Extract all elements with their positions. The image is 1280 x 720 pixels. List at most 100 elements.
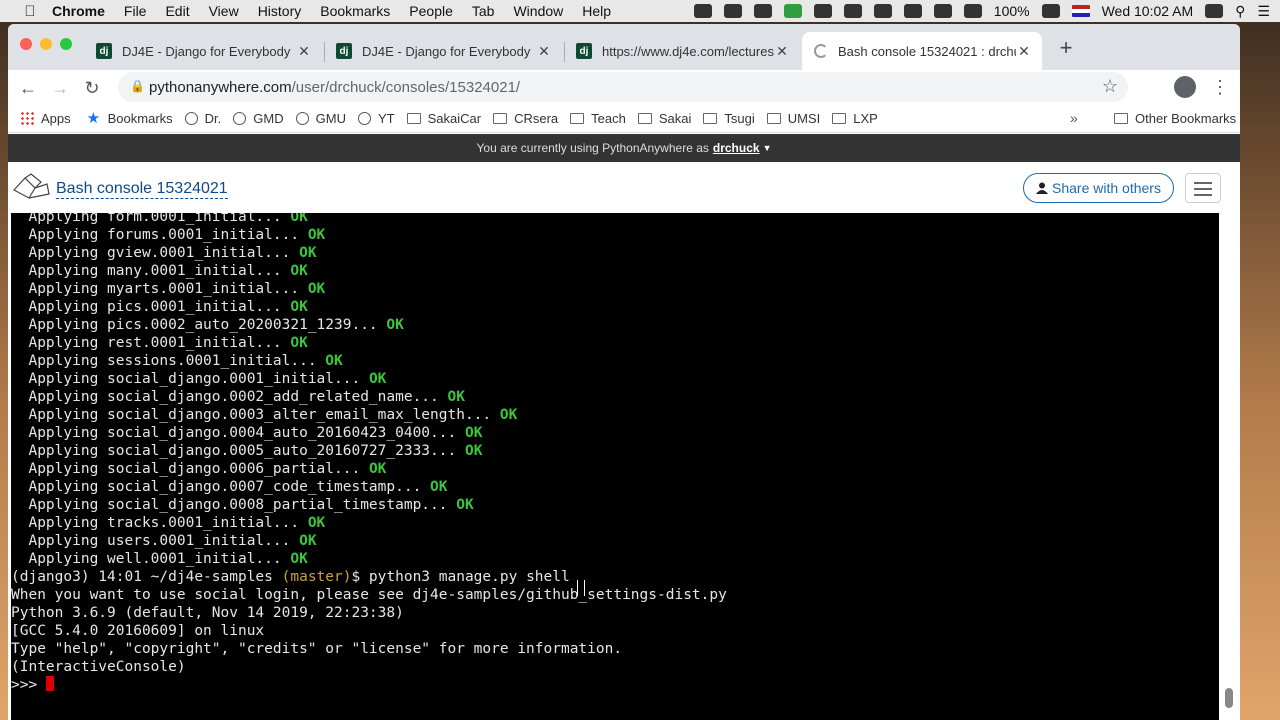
terminal-scrollbar[interactable] <box>1219 213 1240 720</box>
repl-prompt-line[interactable]: >>> <box>11 676 1219 694</box>
migration-line: Applying pics.0002_auto_20200321_1239...… <box>11 316 1219 334</box>
bookmark-label: UMSI <box>787 110 821 126</box>
lock-icon[interactable]: 🔒 <box>130 79 145 93</box>
chrome-menu-icon[interactable]: ⋮ <box>1211 76 1229 98</box>
bookmark-dr[interactable]: Dr. <box>184 111 221 126</box>
bookmark-folder-lxp[interactable]: LXP <box>832 111 878 126</box>
menu-app-name[interactable]: Chrome <box>52 3 105 19</box>
bookmark-yt[interactable]: YT <box>357 111 395 126</box>
dj-favicon-icon: dj <box>576 43 592 59</box>
menu-people[interactable]: People <box>409 3 453 19</box>
bookmark-folder-tsugi[interactable]: Tsugi <box>703 111 755 126</box>
migration-line: Applying form.0001_initial... OK <box>11 213 1219 226</box>
output-line: [GCC 5.4.0 20160609] on linux <box>11 623 265 639</box>
zoom-window-button[interactable] <box>60 38 72 50</box>
other-bookmarks[interactable]: Other Bookmarks <box>1114 104 1236 132</box>
bash-console-terminal[interactable]: Applying form.0001_initial... OK Applyin… <box>11 213 1219 720</box>
apple-logo-icon[interactable]:  <box>22 3 38 20</box>
battery-percent[interactable]: 100% <box>994 3 1030 19</box>
bookmarks-overflow-icon[interactable]: » <box>1070 110 1078 126</box>
ok-status: OK <box>464 443 483 459</box>
us-flag-icon[interactable] <box>1071 5 1090 17</box>
menu-bookmarks[interactable]: Bookmarks <box>320 3 390 19</box>
keyboard-icon[interactable] <box>903 4 922 18</box>
user-icon[interactable] <box>1205 4 1224 18</box>
warning-icon[interactable] <box>753 4 772 18</box>
menu-clock[interactable]: Wed 10:02 AM <box>1102 3 1194 19</box>
spotlight-icon[interactable]: ⚲ <box>1235 3 1245 20</box>
pythonanywhere-logo-icon[interactable] <box>11 172 51 202</box>
close-icon[interactable]: ✕ <box>536 43 552 60</box>
scrollbar-thumb[interactable] <box>1225 688 1233 708</box>
url-text[interactable]: pythonanywhere.com/user/drchuck/consoles… <box>149 79 520 96</box>
banner-user-dropdown[interactable]: drchuck <box>713 141 760 155</box>
reload-icon[interactable]: ↻ <box>80 76 104 100</box>
close-icon[interactable]: ✕ <box>774 43 790 60</box>
airplay-icon[interactable] <box>873 4 892 18</box>
applying-text: Applying <box>11 389 108 405</box>
menu-edit[interactable]: Edit <box>165 3 189 19</box>
forward-icon[interactable]: → <box>48 76 72 100</box>
console-title[interactable]: Bash console 15324021 <box>56 180 228 199</box>
address-bar[interactable]: 🔒 pythonanywhere.com/user/drchuck/consol… <box>118 72 1128 102</box>
bookmark-bookmarks[interactable]: ★ Bookmarks <box>87 109 173 127</box>
menu-window[interactable]: Window <box>513 3 563 19</box>
hamburger-menu-icon[interactable] <box>1185 173 1221 203</box>
new-tab-button[interactable]: + <box>1054 36 1078 60</box>
share-with-others-button[interactable]: Share with others <box>1023 173 1174 203</box>
folder-icon <box>493 112 508 124</box>
caret-down-icon[interactable]: ▼ <box>763 143 772 153</box>
bookmark-star-icon[interactable]: ☆ <box>1102 76 1118 97</box>
menu-file[interactable]: File <box>124 3 147 19</box>
tab-dj4e-lectures[interactable]: dj https://www.dj4e.com/lectures ✕ <box>564 32 800 70</box>
menu-help[interactable]: Help <box>582 3 611 19</box>
bluetooth-icon[interactable] <box>843 4 862 18</box>
bookmark-folder-umsi[interactable]: UMSI <box>766 110 821 126</box>
migration-name: social_django.0005_auto_20160727_2333... <box>107 443 457 459</box>
text-cursor <box>45 676 54 691</box>
volume-icon[interactable] <box>963 4 982 18</box>
bookmark-label: Bookmarks <box>107 110 173 126</box>
minimize-window-button[interactable] <box>40 38 52 50</box>
bookmark-folder-sakaicar[interactable]: SakaiCar <box>406 111 481 126</box>
close-icon[interactable]: ✕ <box>1016 43 1032 60</box>
battery-icon[interactable] <box>1041 4 1060 18</box>
cloud-icon[interactable] <box>723 4 742 18</box>
bookmark-folder-crsera[interactable]: CRsera <box>493 111 558 126</box>
tab-title: DJ4E - Django for Everybody <box>122 43 291 59</box>
ok-status: OK <box>290 213 308 225</box>
git-branch: (master) <box>281 569 352 585</box>
close-icon[interactable]: ✕ <box>296 43 312 60</box>
dj-favicon-icon: dj <box>336 43 352 59</box>
migration-name: social_django.0006_partial... <box>107 461 361 477</box>
back-icon[interactable]: ← <box>16 76 40 100</box>
notification-center-icon[interactable]: ☰ <box>1257 3 1270 20</box>
time-machine-icon[interactable] <box>813 4 832 18</box>
menu-history[interactable]: History <box>258 3 302 19</box>
profile-avatar-icon[interactable] <box>1174 76 1196 98</box>
migration-name: gview.0001_initial... <box>107 245 291 261</box>
bookmark-gmu[interactable]: GMU <box>295 111 346 126</box>
app-c-icon[interactable] <box>783 4 802 18</box>
tab-dj4e-1[interactable]: dj DJ4E - Django for Everybody ✕ <box>84 32 322 70</box>
menu-view[interactable]: View <box>209 3 239 19</box>
applying-text: Applying <box>11 515 108 531</box>
menu-tab[interactable]: Tab <box>472 3 495 19</box>
bookmark-folder-sakai[interactable]: Sakai <box>637 111 691 126</box>
bookmark-folder-teach[interactable]: Teach <box>570 111 626 126</box>
bookmark-apps[interactable]: Apps <box>20 111 71 126</box>
migration-name: social_django.0008_partial_timestamp... <box>107 497 448 513</box>
tab-title: Bash console 15324021 : drchuck <box>838 43 1016 59</box>
tab-dj4e-2[interactable]: dj DJ4E - Django for Everybody ✕ <box>324 32 562 70</box>
wifi-icon[interactable] <box>933 4 952 18</box>
close-window-button[interactable] <box>20 38 32 50</box>
tab-bash-console[interactable]: Bash console 15324021 : drchuck ✕ <box>802 32 1042 70</box>
migration-line: Applying rest.0001_initial... OK <box>11 334 1219 352</box>
macos-menu-bar:  Chrome File Edit View History Bookmark… <box>0 0 1280 22</box>
bookmark-label: GMD <box>253 110 284 126</box>
applying-text: Applying <box>11 353 108 369</box>
migration-line: Applying forums.0001_initial... OK <box>11 226 1219 244</box>
docker-icon[interactable] <box>693 4 712 18</box>
bookmark-gmd[interactable]: GMD <box>233 110 284 126</box>
